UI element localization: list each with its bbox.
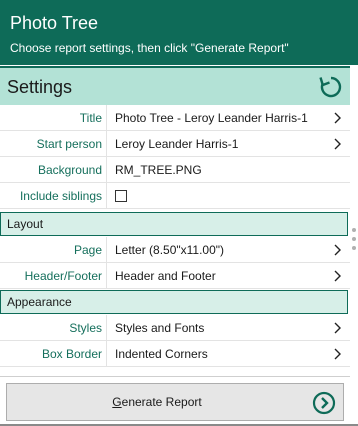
include-siblings-row[interactable]: Include siblings	[0, 183, 350, 209]
background-row[interactable]: Background RM_TREE.PNG	[0, 157, 350, 183]
header-footer-value-text: Header and Footer	[115, 269, 216, 283]
report-subtitle: Choose report settings, then click "Gene…	[10, 41, 289, 55]
scroll-grip[interactable]	[352, 228, 356, 255]
generate-report-label: Generate Report	[7, 395, 307, 409]
background-value-text: RM_TREE.PNG	[115, 163, 202, 177]
arrow-circle-right-icon	[312, 391, 336, 415]
settings-label: Settings	[7, 77, 73, 97]
chevron-right-icon	[334, 270, 341, 282]
generate-mnemonic: G	[112, 395, 122, 409]
chevron-right-icon	[334, 138, 341, 150]
chevron-right-icon	[334, 322, 341, 334]
page-value-text: Letter (8.50"x11.00")	[115, 243, 225, 257]
header-footer-value[interactable]: Header and Footer	[106, 263, 350, 289]
box-border-value[interactable]: Indented Corners	[106, 341, 350, 367]
styles-row[interactable]: Styles Styles and Fonts	[0, 315, 350, 341]
styles-value-text: Styles and Fonts	[115, 321, 205, 335]
generate-label-rest: enerate Report	[121, 395, 202, 409]
scroll-grip-dot	[352, 237, 356, 241]
generate-report-button[interactable]: Generate Report	[6, 383, 344, 421]
header-footer-label: Header/Footer	[24, 269, 102, 283]
report-title: Photo Tree	[10, 13, 99, 33]
include-siblings-checkbox[interactable]	[115, 190, 127, 202]
layout-section-header: Layout	[0, 212, 348, 236]
styles-value[interactable]: Styles and Fonts	[106, 315, 350, 341]
appearance-section-header: Appearance	[0, 290, 348, 314]
title-row[interactable]: Title Photo Tree - Leroy Leander Harris-…	[0, 105, 350, 131]
page-label: Page	[73, 243, 102, 257]
include-siblings-value[interactable]	[106, 183, 350, 209]
page-row[interactable]: Page Letter (8.50"x11.00")	[0, 237, 350, 263]
settings-bar: Settings	[0, 66, 350, 105]
start-person-label: Start person	[36, 137, 102, 151]
chevron-right-icon	[334, 244, 341, 256]
styles-label: Styles	[69, 321, 102, 335]
scroll-grip-dot	[352, 246, 356, 250]
box-border-value-text: Indented Corners	[115, 347, 208, 361]
chevron-right-icon	[334, 112, 341, 124]
background-value[interactable]: RM_TREE.PNG	[106, 157, 350, 183]
box-border-row[interactable]: Box Border Indented Corners	[0, 341, 350, 367]
scroll-grip-dot	[352, 228, 356, 232]
title-value[interactable]: Photo Tree - Leroy Leander Harris-1	[106, 105, 350, 131]
include-siblings-label: Include siblings	[19, 189, 102, 203]
start-person-row[interactable]: Start person Leroy Leander Harris-1	[0, 131, 350, 157]
page-value[interactable]: Letter (8.50"x11.00")	[106, 237, 350, 263]
box-border-label: Box Border	[41, 347, 102, 361]
title-value-text: Photo Tree - Leroy Leander Harris-1	[115, 111, 308, 125]
title-label: Title	[79, 111, 102, 125]
start-person-value[interactable]: Leroy Leander Harris-1	[106, 131, 350, 157]
reset-icon[interactable]	[318, 74, 344, 100]
header-footer-row[interactable]: Header/Footer Header and Footer	[0, 263, 350, 289]
start-person-value-text: Leroy Leander Harris-1	[115, 137, 239, 151]
background-label: Background	[37, 163, 102, 177]
report-header: Photo Tree Choose report settings, then …	[0, 0, 358, 65]
footer-divider	[0, 376, 350, 377]
chevron-right-icon	[334, 348, 341, 360]
